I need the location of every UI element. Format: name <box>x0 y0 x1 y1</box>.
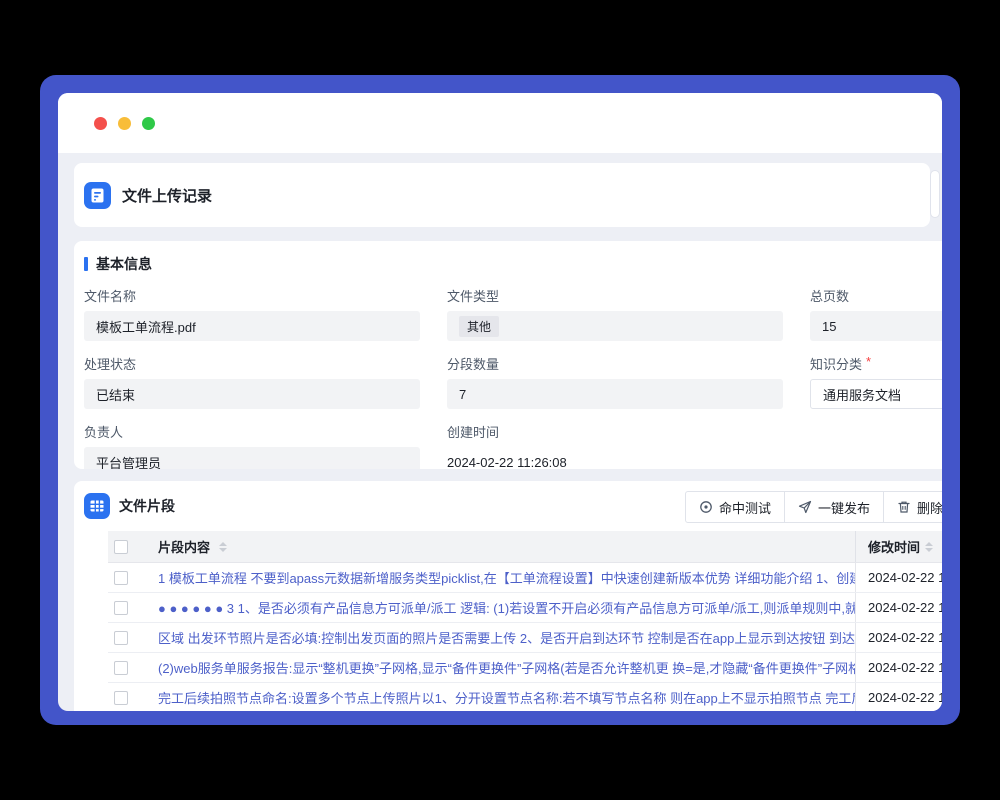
field-file-name: 文件名称 模板工单流程.pdf <box>84 286 420 341</box>
document-icon <box>84 182 111 209</box>
segment-content-link[interactable]: 1 模板工单流程 不要到apass元数据新增服务类型picklist,在【工单流… <box>158 568 855 587</box>
field-total-pages: 总页数 15 <box>810 286 942 341</box>
column-header-time: 修改时间 <box>868 537 920 556</box>
process-status-input[interactable]: 已结束 <box>84 379 420 409</box>
create-time-value: 2024-02-22 11:26:08 <box>447 447 783 469</box>
target-icon <box>699 500 713 514</box>
table-header-row: 片段内容 修改时间 <box>108 531 942 563</box>
basic-info-fields: 文件名称 模板工单流程.pdf 文件类型 其他 总页数 15 <box>84 286 942 469</box>
file-type-input[interactable]: 其他 <box>447 311 783 341</box>
basic-info-card: 基本信息 文件名称 模板工单流程.pdf 文件类型 其他 总页数 <box>74 241 942 469</box>
one-click-publish-button[interactable]: 一键发布 <box>784 492 883 522</box>
column-header-content: 片段内容 <box>158 537 210 556</box>
file-type-tag: 其他 <box>459 316 499 337</box>
sort-icon[interactable] <box>925 542 933 552</box>
sort-icon[interactable] <box>219 542 227 552</box>
field-knowledge-category: 知识分类 * 通用服务文档 <box>810 354 942 409</box>
screenshot-stage: 文件上传记录 基本信息 文件名称 模板工单流程.pdf 文件类型 <box>0 0 1000 800</box>
segment-content-link[interactable]: 完工后续拍照节点命名:设置多个节点上传照片以1、分开设置节点名称:若不填写节点名… <box>158 688 855 707</box>
zoom-window-button[interactable] <box>142 117 155 130</box>
row-checkbox[interactable] <box>114 661 128 675</box>
row-checkbox[interactable] <box>114 631 128 645</box>
segments-table: 片段内容 修改时间 1 模板工单流程 不要到apass元数据新增服务类型pick… <box>108 531 942 711</box>
window-titlebar <box>58 93 942 153</box>
owner-input[interactable]: 平台管理员 <box>84 447 420 469</box>
table-grid-icon <box>84 493 110 519</box>
row-checkbox[interactable] <box>114 691 128 705</box>
segment-content-link[interactable]: ● ● ● ● ● ● 3 1、是否必须有产品信息方可派单/派工 逻辑: (1)… <box>158 598 855 617</box>
window-frame: 文件上传记录 基本信息 文件名称 模板工单流程.pdf 文件类型 <box>40 75 960 725</box>
segment-content-link[interactable]: (2)web服务单服务报告:显示“整机更换”子网格,显示“备件更换件”子网格(若… <box>158 658 855 677</box>
select-all-checkbox[interactable] <box>114 540 128 554</box>
segment-count-input[interactable]: 7 <box>447 379 783 409</box>
app-viewport: 文件上传记录 基本信息 文件名称 模板工单流程.pdf 文件类型 <box>58 93 942 711</box>
segment-content-link[interactable]: 区域 出发环节照片是否必填:控制出发页面的照片是否需要上传 2、是否开启到达环节… <box>158 628 855 647</box>
delete-button[interactable]: 删除 <box>883 492 942 522</box>
segment-modified-time: 2024-02-22 11:2 <box>868 690 942 705</box>
segment-modified-time: 2024-02-22 11:2 <box>868 570 942 585</box>
field-owner: 负责人 平台管理员 <box>84 422 420 469</box>
segments-toolbar: 命中测试 一键发布 <box>685 491 942 523</box>
file-name-input[interactable]: 模板工单流程.pdf <box>84 311 420 341</box>
page-header: 文件上传记录 <box>74 163 930 227</box>
send-icon <box>798 500 812 514</box>
table-row: (2)web服务单服务报告:显示“整机更换”子网格,显示“备件更换件”子网格(若… <box>108 653 942 683</box>
total-pages-input[interactable]: 15 <box>810 311 942 341</box>
row-checkbox[interactable] <box>114 601 128 615</box>
section-accent-bar <box>84 257 88 271</box>
hit-test-button[interactable]: 命中测试 <box>686 492 784 522</box>
vertical-scrollbar-thumb[interactable] <box>931 171 939 217</box>
field-file-type: 文件类型 其他 <box>447 286 783 341</box>
knowledge-category-select[interactable]: 通用服务文档 <box>810 379 942 409</box>
page-title: 文件上传记录 <box>122 185 212 206</box>
segment-modified-time: 2024-02-22 11:2 <box>868 630 942 645</box>
table-row: ● ● ● ● ● ● 3 1、是否必须有产品信息方可派单/派工 逻辑: (1)… <box>108 593 942 623</box>
table-row: 1 模板工单流程 不要到apass元数据新增服务类型picklist,在【工单流… <box>108 563 942 593</box>
table-row: 完工后续拍照节点命名:设置多个节点上传照片以1、分开设置节点名称:若不填写节点名… <box>108 683 942 711</box>
trash-icon <box>897 500 911 514</box>
basic-info-section-title: 基本信息 <box>84 254 942 274</box>
field-create-time: 创建时间 2024-02-22 11:26:08 <box>447 422 783 469</box>
required-asterisk: * <box>866 354 871 373</box>
row-checkbox[interactable] <box>114 571 128 585</box>
file-segments-card: 文件片段 命中测试 一键 <box>74 481 942 711</box>
table-row: 区域 出发环节照片是否必填:控制出发页面的照片是否需要上传 2、是否开启到达环节… <box>108 623 942 653</box>
field-segment-count: 分段数量 7 <box>447 354 783 409</box>
field-process-status: 处理状态 已结束 <box>84 354 420 409</box>
minimize-window-button[interactable] <box>118 117 131 130</box>
window-controls <box>94 117 155 130</box>
close-window-button[interactable] <box>94 117 107 130</box>
segment-modified-time: 2024-02-22 11:2 <box>868 660 942 675</box>
segment-modified-time: 2024-02-22 11:2 <box>868 600 942 615</box>
